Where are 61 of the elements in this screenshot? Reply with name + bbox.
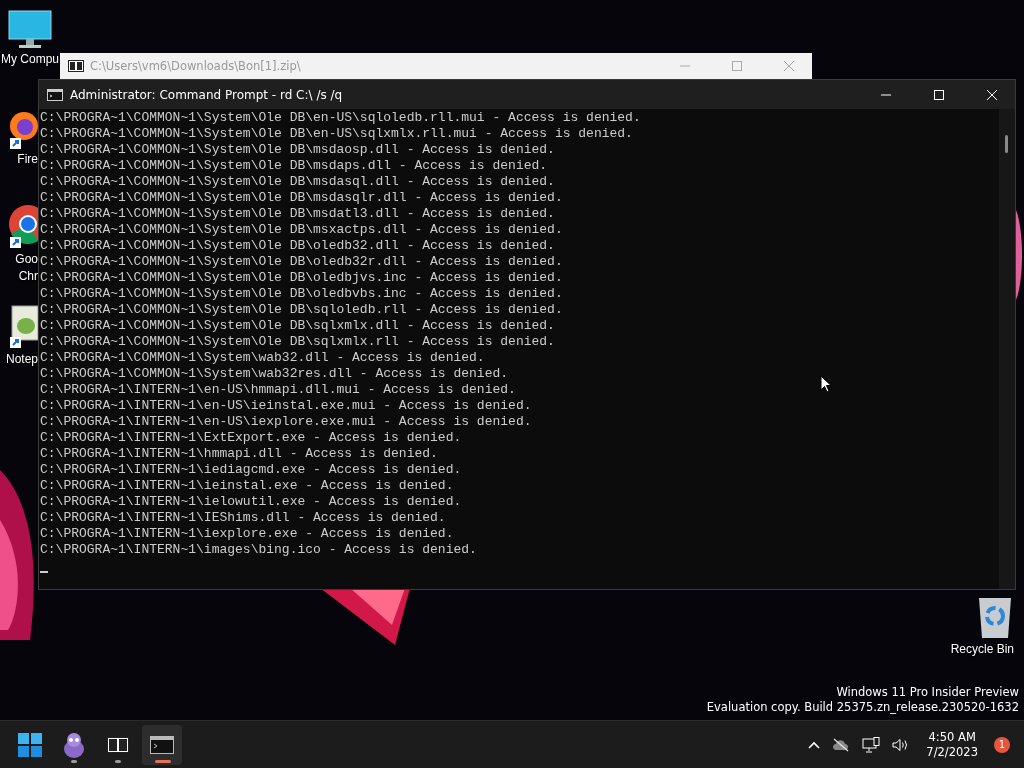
console-line: C:\PROGRA~1\INTERN~1\ieinstal.exe - Access is denied. [40, 478, 454, 494]
window-title: Administrator: Command Prompt - rd C:\ /s /q [70, 87, 343, 102]
archive-app-icon [68, 60, 84, 72]
console-line: C:\PROGRA~1\INTERN~1\iexplore.exe - Access is denied. [40, 526, 454, 542]
console-line: C:\PROGRA~1\COMMON~1\System\Ole DB\oledbjvs.inc - Access is denied. [40, 270, 563, 286]
maximize-icon [731, 60, 743, 72]
console-line: C:\PROGRA~1\COMMON~1\System\Ole DB\sqlxmlx.rll - Access is denied. [40, 334, 555, 350]
console-line: C:\PROGRA~1\INTERN~1\en-US\ieinstal.exe.mui - Access is denied. [40, 398, 532, 414]
console-line: C:\PROGRA~1\INTERN~1\IEShims.dll - Access is denied. [40, 510, 446, 526]
console-icon [47, 88, 63, 101]
watermark-text: Windows 11 Pro Insider Preview [836, 685, 1019, 700]
console-line: C:\PROGRA~1\COMMON~1\System\Ole DB\sqlxmlx.dll - Access is denied. [40, 318, 555, 334]
console-line: C:\PROGRA~1\COMMON~1\System\Ole DB\msxactps.dll - Access is denied. [40, 222, 563, 238]
console-line: C:\PROGRA~1\COMMON~1\System\wab32res.dll - Access is denied. [40, 366, 509, 382]
recycle-bin-icon[interactable] [976, 596, 1014, 640]
console-line: C:\PROGRA~1\INTERN~1\images\bing.ico - Access is denied. [40, 542, 477, 558]
cloud-off-icon[interactable] [832, 737, 851, 752]
console-line: C:\PROGRA~1\INTERN~1\ielowutil.exe - Access is denied. [40, 494, 462, 510]
watermark-text: Evaluation copy. Build 25375.zn_release.230520-1632 [706, 700, 1019, 715]
window-title: C:\Users\vm6\Downloads\Bon[1].zip\ [90, 59, 301, 73]
mouse-pointer-icon [820, 375, 832, 393]
notepad-icon[interactable] [8, 304, 38, 350]
console-icon [150, 735, 174, 754]
console-line: C:\PROGRA~1\COMMON~1\System\Ole DB\oledb32r.dll - Access is denied. [40, 254, 563, 270]
mascot-icon [62, 731, 86, 758]
console-line: C:\PROGRA~1\COMMON~1\System\wab32.dll - Access is denied. [40, 350, 485, 366]
console-line: C:\PROGRA~1\COMMON~1\System\Ole DB\msdatl3.dll - Access is denied. [40, 206, 555, 222]
console-line: C:\PROGRA~1\COMMON~1\System\Ole DB\en-US\sqloledb.rll.mui - Access is denied. [40, 110, 641, 126]
clock[interactable]: 4:50 AM 7/2/2023 [922, 729, 982, 760]
console-line: C:\PROGRA~1\INTERN~1\iediagcmd.exe - Access is denied. [40, 462, 462, 478]
console-line: C:\PROGRA~1\COMMON~1\System\Ole DB\msdaosp.dll - Access is denied. [40, 142, 555, 158]
network-icon[interactable] [862, 736, 881, 753]
console-line: C:\PROGRA~1\COMMON~1\System\Ole DB\msdasqlr.dll - Access is denied. [40, 190, 563, 206]
icon-label: Notep [5, 352, 38, 367]
console-line: C:\PROGRA~1\COMMON~1\System\Ole DB\en-US\sqlxmlx.rll.mui - Access is denied. [40, 126, 633, 142]
maximize-icon [933, 88, 945, 101]
text-cursor [40, 571, 48, 573]
taskbar-button[interactable] [142, 724, 182, 765]
notification-badge[interactable]: 1 [994, 736, 1010, 753]
console-line: C:\PROGRA~1\COMMON~1\System\Ole DB\oledb32.dll - Access is denied. [40, 238, 555, 254]
console-line: C:\PROGRA~1\COMMON~1\System\Ole DB\sqloledb.rll - Access is denied. [40, 302, 563, 318]
icon-label: Recycle Bin [950, 642, 1014, 657]
close-icon [783, 60, 795, 72]
archive-app-icon [107, 736, 129, 753]
icon-label: Goo [15, 252, 38, 267]
scrollbar[interactable] [999, 109, 1015, 589]
icon-label: Fire [17, 152, 38, 167]
chevron-up-icon[interactable] [808, 740, 821, 749]
close-icon [986, 88, 998, 101]
console-line: C:\PROGRA~1\COMMON~1\System\Ole DB\msdaps.dll - Access is denied. [40, 158, 548, 174]
console-line: C:\PROGRA~1\INTERN~1\en-US\iexplore.exe.mui - Access is denied. [40, 414, 532, 430]
console-line: C:\PROGRA~1\INTERN~1\ExtExport.exe - Access is denied. [40, 430, 462, 446]
windows-logo-icon [18, 732, 42, 757]
console-line: C:\PROGRA~1\INTERN~1\hmmapi.dll - Access is denied. [40, 446, 438, 462]
console-line: C:\PROGRA~1\INTERN~1\en-US\hmmapi.dll.mui - Access is denied. [40, 382, 516, 398]
console-line: C:\PROGRA~1\COMMON~1\System\Ole DB\msdasql.dll - Access is denied. [40, 174, 555, 190]
icon-label: Chr [18, 269, 38, 284]
browser-icon[interactable] [8, 110, 38, 150]
console-line: C:\PROGRA~1\COMMON~1\System\Ole DB\oledbvbs.inc - Access is denied. [40, 286, 563, 302]
monitor-icon[interactable] [7, 10, 53, 50]
icon-label: My Compu [1, 52, 59, 67]
